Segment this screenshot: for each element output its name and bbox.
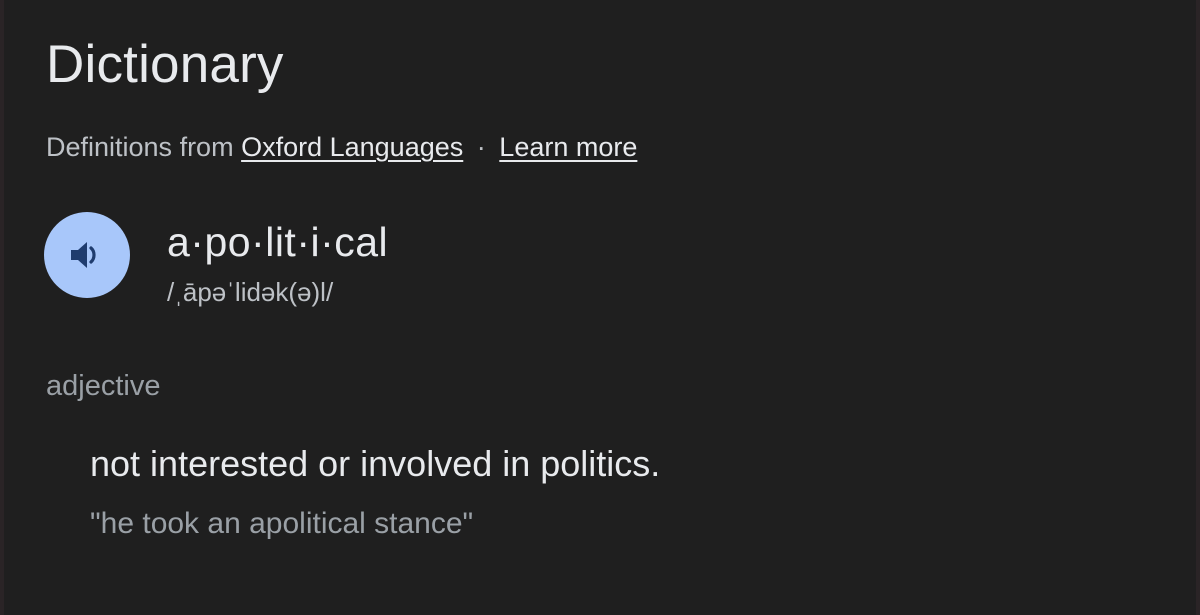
example-sentence: "he took an apolitical stance" [90,507,474,540]
left-edge-border [0,0,4,615]
speaker-icon [71,242,96,268]
definition-source: Definitions from Oxford Languages · Lear… [46,128,637,166]
pronunciation-audio-button[interactable] [44,212,130,298]
source-separator: · [476,132,486,162]
part-of-speech: adjective [46,370,161,402]
phonetic-spelling: /ˌāpəˈlidək(ə)l/ [167,277,334,307]
headword: a·po·lit·i·cal [167,219,389,265]
source-prefix: Definitions from [46,132,234,162]
page-title: Dictionary [46,35,284,94]
right-edge-border [1196,0,1200,615]
dictionary-card: Dictionary Definitions from Oxford Langu… [0,0,1200,615]
learn-more-link[interactable]: Learn more [499,132,637,162]
definition-text: not interested or involved in politics. [90,443,661,484]
oxford-languages-link[interactable]: Oxford Languages [241,132,463,162]
